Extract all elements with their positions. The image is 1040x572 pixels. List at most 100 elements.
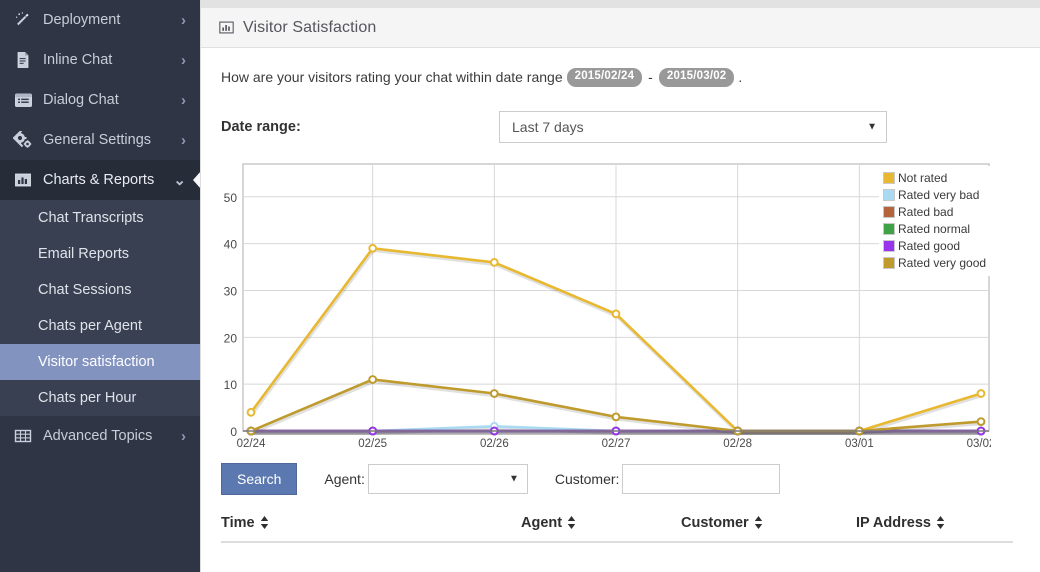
date-range-row: Date range: Last 7 days ▼: [201, 110, 1040, 143]
date-range-value: Last 7 days: [512, 118, 584, 135]
sidebar-main-nav: Deployment › Inline Chat › Dialog Chat ›…: [0, 0, 200, 200]
y-tick-label: 20: [224, 331, 238, 345]
search-button[interactable]: Search: [221, 462, 298, 495]
y-tick-label: 50: [224, 190, 238, 204]
legend-item: Rated normal: [883, 221, 986, 238]
legend-label: Rated good: [898, 238, 961, 253]
legend-item: Rated good: [883, 238, 986, 255]
date-separator: -: [648, 69, 653, 86]
legend-label: Rated normal: [898, 221, 971, 236]
agent-select[interactable]: ▼: [367, 463, 528, 494]
date-to-badge: 2015/03/02: [658, 68, 735, 87]
data-point[interactable]: [489, 257, 499, 267]
bar-chart-icon: [219, 20, 234, 35]
sort-icon[interactable]: [567, 516, 576, 529]
document-icon: [12, 51, 34, 69]
chart-canvas: 0 10 20 30 40 50 02/24 02/25 02/26 02/27 02/28 03/…: [224, 162, 991, 450]
panel-header: Visitor Satisfaction: [201, 8, 1040, 48]
sidebar-item-inline-chat[interactable]: Inline Chat ›: [0, 40, 200, 80]
date-range-label: Date range:: [221, 118, 301, 135]
sidebar-item-charts-and-reports[interactable]: Charts & Reports ⌄: [0, 160, 200, 200]
sidebar-item-label: General Settings: [43, 132, 152, 148]
legend-item: Rated bad: [883, 204, 986, 221]
sort-icon[interactable]: [754, 516, 763, 529]
gears-icon: [12, 131, 34, 149]
column-header-customer[interactable]: Customer: [681, 508, 856, 543]
x-tick-label: 02/25: [358, 438, 387, 450]
customer-label: Customer:: [554, 470, 620, 487]
chevron-right-icon: ›: [181, 91, 186, 109]
date-from-badge: 2015/02/24: [566, 68, 643, 87]
page-title: Visitor Satisfaction: [243, 18, 377, 36]
legend-item: Rated very good: [883, 255, 986, 272]
sidebar-subitem-label: Chat Transcripts: [38, 210, 144, 226]
window-list-icon: [12, 91, 34, 109]
sort-icon[interactable]: [260, 516, 269, 529]
legend-item: Rated very bad: [883, 187, 986, 204]
chart-legend: Not rated Rated very bad Rated bad Rated…: [879, 165, 991, 276]
x-tick-label: 02/26: [480, 438, 509, 450]
legend-label: Rated very good: [898, 255, 987, 270]
y-tick-label: 0: [230, 425, 237, 439]
search-filters-row: Search Agent: ▼ Customer:: [201, 462, 1040, 495]
sidebar-item-chat-transcripts[interactable]: Chat Transcripts: [0, 200, 200, 236]
legend-label: Not rated: [898, 170, 948, 185]
chevron-down-icon: ⌄: [173, 171, 186, 189]
sidebar-item-dialog-chat[interactable]: Dialog Chat ›: [0, 80, 200, 120]
sidebar-item-chats-per-hour[interactable]: Chats per Hour: [0, 380, 200, 416]
customer-input[interactable]: [622, 463, 781, 494]
x-tick-label: 03/01: [845, 438, 874, 450]
legend-swatch-rated-very-good: [883, 257, 895, 269]
sidebar-subitem-label: Visitor satisfaction: [38, 354, 155, 370]
active-indicator-notch: [193, 171, 200, 189]
bar-chart-icon: [12, 171, 34, 189]
sidebar-item-general-settings[interactable]: General Settings ›: [0, 120, 200, 160]
sort-icon[interactable]: [936, 516, 945, 529]
sidebar: Deployment › Inline Chat › Dialog Chat ›…: [0, 0, 200, 572]
data-point[interactable]: [976, 388, 986, 398]
sidebar-item-visitor-satisfaction[interactable]: Visitor satisfaction: [0, 344, 200, 380]
column-label: Customer: [681, 514, 749, 531]
legend-swatch-rated-bad: [883, 206, 895, 218]
sidebar-item-label: Inline Chat: [43, 52, 113, 68]
chevron-right-icon: ›: [181, 51, 186, 69]
sidebar-item-chat-sessions[interactable]: Chat Sessions: [0, 272, 200, 308]
sidebar-item-label: Dialog Chat: [43, 92, 119, 108]
chevron-down-icon: ▼: [508, 473, 519, 484]
data-point[interactable]: [976, 416, 986, 426]
column-header-time[interactable]: Time: [221, 508, 521, 543]
sidebar-subitem-label: Chats per Agent: [38, 318, 142, 334]
legend-label: Rated very bad: [898, 187, 980, 202]
legend-swatch-rated-normal: [883, 223, 895, 235]
x-tick-label: 02/24: [237, 438, 266, 450]
sidebar-item-advanced-topics[interactable]: Advanced Topics ›: [0, 416, 200, 456]
results-table: Time Agent Customer IP Address: [221, 508, 1013, 543]
date-range-select[interactable]: Last 7 days ▼: [499, 110, 887, 143]
description-suffix: .: [738, 69, 743, 86]
column-header-agent[interactable]: Agent: [521, 508, 681, 543]
data-point[interactable]: [611, 412, 621, 421]
sidebar-item-deployment[interactable]: Deployment ›: [0, 0, 200, 40]
visitor-satisfaction-chart: 0 10 20 30 40 50 02/24 02/25 02/26 02/27 02/28 03/…: [221, 161, 991, 451]
sidebar-item-email-reports[interactable]: Email Reports: [0, 236, 200, 272]
data-point[interactable]: [368, 243, 378, 253]
data-point[interactable]: [368, 374, 378, 384]
data-point[interactable]: [246, 407, 256, 417]
agent-label: Agent:: [324, 470, 365, 487]
data-point[interactable]: [489, 388, 499, 398]
legend-swatch-not-rated: [883, 172, 895, 184]
chevron-right-icon: ›: [181, 131, 186, 149]
y-tick-label: 40: [224, 237, 238, 251]
sidebar-submenu-charts-and-reports: Chat Transcripts Email Reports Chat Sess…: [0, 200, 200, 416]
table-header-row: Time Agent Customer IP Address: [221, 508, 1013, 543]
sidebar-subitem-label: Chats per Hour: [38, 390, 137, 406]
description-prefix: How are your visitors rating your chat w…: [221, 69, 563, 86]
y-tick-label: 30: [224, 284, 238, 298]
legend-swatch-rated-good: [883, 240, 895, 252]
data-point[interactable]: [611, 309, 621, 318]
top-strip: [201, 0, 1040, 8]
chart-y-tick-labels: 0 10 20 30 40 50: [224, 190, 238, 438]
chevron-down-icon: ▼: [867, 121, 877, 132]
column-header-ip-address[interactable]: IP Address: [856, 508, 1013, 543]
sidebar-item-chats-per-agent[interactable]: Chats per Agent: [0, 308, 200, 344]
